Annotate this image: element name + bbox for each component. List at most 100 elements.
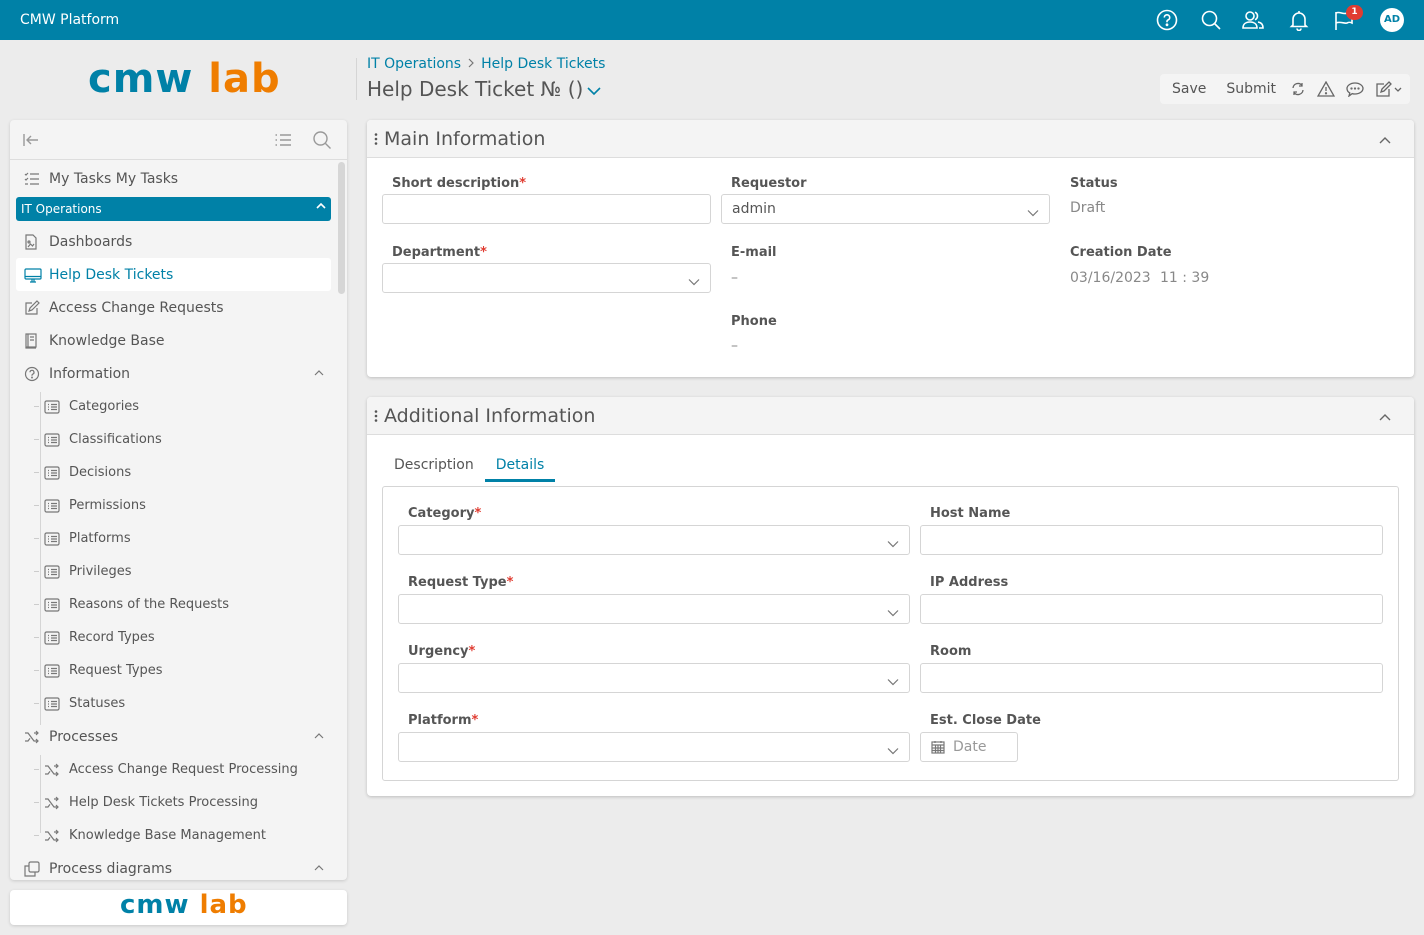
breadcrumb-help-desk-tickets[interactable]: Help Desk Tickets xyxy=(481,56,605,72)
sidebar-group-label: IT Operations xyxy=(21,202,102,216)
sidebar-subitem[interactable]: Help Desk Tickets Processing xyxy=(16,786,331,819)
drag-handle-icon[interactable] xyxy=(374,132,378,146)
users-icon[interactable] xyxy=(1241,8,1265,32)
sidebar-subitem[interactable]: Classifications xyxy=(16,423,331,456)
chevron-up-icon[interactable] xyxy=(1378,134,1392,149)
sidebar-subitem-label: Knowledge Base Management xyxy=(69,828,267,843)
book-icon xyxy=(24,332,42,349)
platform-select[interactable] xyxy=(398,732,910,762)
sidebar-subitem[interactable]: Platforms xyxy=(16,522,331,555)
urgency-select[interactable] xyxy=(398,663,910,693)
sidebar-search-icon[interactable] xyxy=(312,130,332,154)
breadcrumb-it-operations[interactable]: IT Operations xyxy=(367,56,461,72)
sidebar-subitem[interactable]: Categories xyxy=(16,390,331,423)
tab-bar: Description Details xyxy=(383,449,556,482)
comment-icon[interactable] xyxy=(1346,80,1364,98)
category-label: Category* xyxy=(408,506,482,521)
sidebar-subitem-label: Record Types xyxy=(69,630,155,645)
list-icon xyxy=(44,597,62,612)
est-close-date-input[interactable]: Date xyxy=(920,732,1018,762)
list-icon xyxy=(44,696,62,711)
search-icon[interactable] xyxy=(1199,8,1223,32)
app-title[interactable]: CMW Platform xyxy=(20,12,119,28)
phone-value: – xyxy=(731,338,738,354)
host-name-input[interactable] xyxy=(920,525,1383,555)
ip-address-label: IP Address xyxy=(930,575,1009,590)
list-icon xyxy=(44,630,62,645)
warning-icon[interactable] xyxy=(1317,80,1336,98)
sidebar-subitem-label: Reasons of the Requests xyxy=(69,597,229,612)
chevron-down-icon[interactable] xyxy=(587,77,601,101)
tab-details[interactable]: Details xyxy=(484,449,556,482)
bell-icon[interactable] xyxy=(1287,8,1311,32)
list-icon xyxy=(44,663,62,678)
sidebar-subitem[interactable]: Statuses xyxy=(16,687,331,720)
collapse-sidebar-icon[interactable] xyxy=(22,132,40,152)
ip-address-input[interactable] xyxy=(920,594,1383,624)
sidebar-scrollbar[interactable] xyxy=(338,162,345,294)
sidebar-subitem-label: Categories xyxy=(69,399,140,414)
requestor-value: admin xyxy=(732,201,776,217)
sidebar-subitem[interactable]: Knowledge Base Management xyxy=(16,819,331,852)
sidebar-subitem[interactable]: Decisions xyxy=(16,456,331,489)
sidebar-subitem[interactable]: Record Types xyxy=(16,621,331,654)
short-description-input[interactable] xyxy=(382,194,711,224)
chevron-up-icon[interactable] xyxy=(313,862,325,878)
sidebar-item-label: Process diagrams xyxy=(49,860,173,877)
host-name-label: Host Name xyxy=(930,506,1011,521)
cmw-lab-logo[interactable]: cmw lab xyxy=(88,56,281,102)
help-icon[interactable] xyxy=(1155,8,1179,32)
help-icon xyxy=(24,366,42,382)
sidebar-subitem[interactable]: Reasons of the Requests xyxy=(16,588,331,621)
room-input[interactable] xyxy=(920,663,1383,693)
notification-badge: 1 xyxy=(1346,5,1363,20)
diagram-icon xyxy=(24,860,42,877)
list-view-icon[interactable] xyxy=(274,132,292,152)
sidebar-item-dashboards[interactable]: Dashboards xyxy=(16,225,331,258)
list-icon xyxy=(44,531,62,546)
sidebar-subitem[interactable]: Permissions xyxy=(16,489,331,522)
sidebar-item-help-desk-tickets[interactable]: Help Desk Tickets xyxy=(16,258,331,291)
sidebar-item-label: Help Desk Tickets xyxy=(49,266,174,283)
chevron-up-icon[interactable] xyxy=(313,730,325,746)
sidebar-subitem[interactable]: Request Types xyxy=(16,654,331,687)
breadcrumb-chevron-icon xyxy=(467,57,475,71)
category-select[interactable] xyxy=(398,525,910,555)
logo-lab-text: lab xyxy=(199,890,248,920)
refresh-icon[interactable] xyxy=(1290,80,1306,98)
panel-header[interactable]: Additional Information xyxy=(367,397,1414,435)
chevron-down-icon xyxy=(1027,205,1039,221)
sidebar-item-my-tasks[interactable]: My Tasks My Tasks xyxy=(16,162,331,195)
shuffle-icon xyxy=(44,796,62,810)
save-button[interactable]: Save xyxy=(1172,81,1206,97)
panel-header[interactable]: Main Information xyxy=(367,120,1414,158)
additional-information-panel: Additional Information Description Detai… xyxy=(367,397,1414,796)
tab-description[interactable]: Description xyxy=(383,449,485,482)
request-type-select[interactable] xyxy=(398,594,910,624)
shuffle-icon xyxy=(44,763,62,777)
edit-icon[interactable] xyxy=(1375,80,1403,98)
sidebar-subitem[interactable]: Privileges xyxy=(16,555,331,588)
sidebar-item-access-change-requests[interactable]: Access Change Requests xyxy=(16,291,331,324)
sidebar-item-information[interactable]: Information xyxy=(16,357,331,390)
requestor-select[interactable]: admin xyxy=(721,194,1050,224)
department-select[interactable] xyxy=(382,263,711,293)
chevron-up-icon[interactable] xyxy=(1378,411,1392,426)
chevron-up-icon[interactable] xyxy=(315,200,327,215)
submit-button[interactable]: Submit xyxy=(1226,81,1276,97)
sidebar-item-label: Access Change Requests xyxy=(49,299,224,316)
chevron-down-icon xyxy=(887,674,899,690)
avatar[interactable]: AD xyxy=(1380,8,1404,32)
sidebar-item-process-diagrams[interactable]: Process diagrams xyxy=(16,852,331,880)
sidebar-subitem-label: Help Desk Tickets Processing xyxy=(69,795,258,810)
sidebar-item-processes[interactable]: Processes xyxy=(16,720,331,753)
tasks-icon xyxy=(24,172,42,186)
sidebar-subitem[interactable]: Access Change Request Processing xyxy=(16,753,331,786)
chevron-up-icon[interactable] xyxy=(313,367,325,383)
panel-title: Main Information xyxy=(384,127,546,150)
logo-cmw-text: cmw xyxy=(88,56,194,102)
sidebar-item-knowledge-base[interactable]: Knowledge Base xyxy=(16,324,331,357)
calendar-icon[interactable] xyxy=(931,740,945,754)
sidebar-group-it-operations[interactable]: IT Operations xyxy=(16,197,331,221)
drag-handle-icon[interactable] xyxy=(374,409,378,423)
